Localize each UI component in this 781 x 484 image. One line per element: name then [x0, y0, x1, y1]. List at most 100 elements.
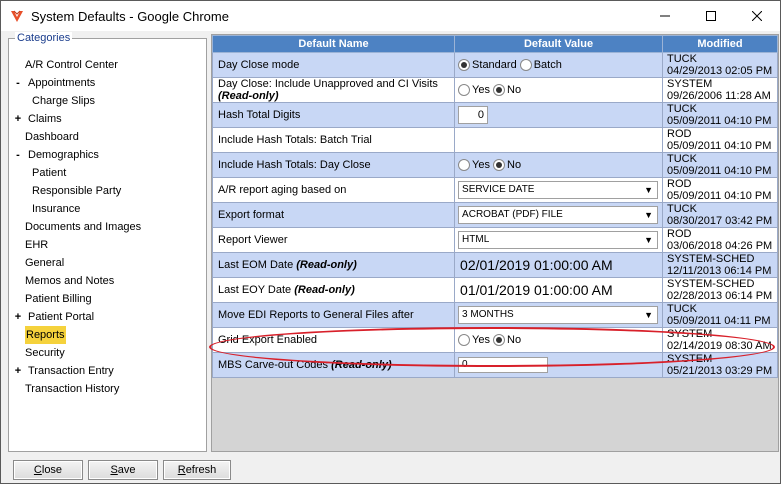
category-item[interactable]: Responsible Party — [9, 182, 206, 200]
maximize-button[interactable] — [688, 1, 734, 31]
category-item-label: Insurance — [32, 203, 81, 215]
collapse-icon[interactable]: - — [13, 74, 23, 92]
defaults-grid-panel: Default Name Default Value Modified Day … — [211, 34, 779, 452]
dropdown-select[interactable]: ACROBAT (PDF) FILE ▼ — [458, 206, 659, 224]
expand-icon[interactable]: + — [13, 110, 23, 128]
default-name-cell: Include Hash Totals: Batch Trial — [211, 127, 456, 153]
header-modified[interactable]: Modified — [662, 35, 778, 53]
radio-button[interactable] — [458, 159, 471, 172]
dropdown-value: HTML — [462, 234, 490, 245]
close-window-button[interactable] — [734, 1, 780, 31]
table-row[interactable]: Day Close mode Standard Batch TUCK 04/29/201… — [211, 52, 778, 78]
expand-icon[interactable]: + — [13, 362, 23, 380]
table-row[interactable]: Move EDI Reports to General Files after 3… — [211, 302, 778, 328]
default-value-cell: 0 — [454, 102, 664, 128]
category-item[interactable]: Documents and Images — [9, 218, 206, 236]
category-item[interactable]: + Claims — [9, 110, 206, 128]
default-name-label: Include Hash Totals: Batch Trial — [218, 134, 372, 146]
table-row[interactable]: Grid Export Enabled Yes No SYSTEM 02/14/2019… — [211, 327, 778, 353]
category-item[interactable]: - Appointments — [9, 74, 206, 92]
default-value-cell: Yes No — [454, 77, 664, 103]
default-name-cell: Last EOM Date (Read-only) — [211, 252, 456, 278]
text-input[interactable]: 0 — [458, 357, 549, 373]
table-row[interactable]: Last EOM Date (Read-only) 02/01/2019 01:0… — [211, 252, 778, 278]
header-default-name[interactable]: Default Name — [211, 35, 456, 53]
default-value-cell: 3 MONTHS ▼ — [454, 302, 664, 328]
table-row[interactable]: Day Close: Include Unapproved and CI Vis… — [211, 77, 778, 103]
close-button[interactable]: Close — [13, 460, 83, 480]
modified-date: 05/09/2011 04:11 PM — [667, 315, 771, 327]
expand-icon[interactable]: + — [13, 308, 23, 326]
table-row[interactable]: Hash Total Digits 0 TUCK 05/09/2011 04:10 P… — [211, 102, 778, 128]
modified-cell: ROD 03/06/2018 04:26 PM — [662, 227, 778, 253]
category-item[interactable]: EHR — [9, 236, 206, 254]
table-row[interactable]: Last EOY Date (Read-only) 01/01/2019 01:0… — [211, 277, 778, 303]
default-name-label: Last EOY Date — [218, 284, 292, 296]
modified-user: ROD — [667, 128, 692, 140]
modified-user: TUCK — [667, 203, 697, 215]
table-row[interactable]: MBS Carve-out Codes (Read-only) 0 SYSTEM 05… — [211, 352, 778, 378]
category-item[interactable]: Insurance — [9, 200, 206, 218]
radio-label[interactable]: Standard — [472, 59, 517, 71]
modified-date: 09/26/2006 11:28 AM — [667, 90, 771, 102]
category-item[interactable]: General — [9, 254, 206, 272]
category-item[interactable]: Reports — [9, 326, 206, 344]
minimize-button[interactable] — [642, 1, 688, 31]
category-item[interactable]: - Demographics — [9, 146, 206, 164]
radio-label[interactable]: Yes — [472, 84, 490, 96]
category-item[interactable]: Memos and Notes — [9, 272, 206, 290]
dropdown-select[interactable]: SERVICE DATE ▼ — [458, 181, 659, 199]
refresh-button[interactable]: Refresh — [163, 460, 231, 480]
radio-button[interactable] — [493, 159, 505, 172]
radio-label[interactable]: Yes — [472, 334, 490, 346]
dropdown-value: SERVICE DATE — [462, 184, 535, 195]
default-value-cell: 02/01/2019 01:00:00 AM — [454, 252, 664, 278]
date-value: 01/01/2019 01:00:00 AM — [460, 282, 613, 298]
radio-label[interactable]: No — [507, 84, 521, 96]
radio-label[interactable]: Yes — [472, 159, 490, 171]
dropdown-value: ACROBAT (PDF) FILE — [462, 209, 563, 220]
radio-button[interactable] — [493, 334, 505, 347]
modified-user: TUCK — [667, 153, 697, 165]
radio-label[interactable]: No — [507, 334, 521, 346]
table-row[interactable]: Export format ACROBAT (PDF) FILE ▼ TUCK 08/3… — [211, 202, 778, 228]
default-value-cell: SERVICE DATE ▼ — [454, 177, 664, 203]
readonly-tag: (Read-only) — [294, 284, 355, 296]
radio-label[interactable]: No — [507, 159, 521, 171]
radio-label[interactable]: Batch — [534, 59, 562, 71]
category-item[interactable]: Security — [9, 344, 206, 362]
category-item[interactable]: + Transaction Entry — [9, 362, 206, 380]
category-item[interactable]: + Patient Portal — [9, 308, 206, 326]
readonly-tag: (Read-only) — [218, 90, 279, 102]
save-button[interactable]: Save — [88, 460, 158, 480]
category-item[interactable]: A/R Control Center — [9, 56, 206, 74]
dropdown-arrow-icon: ▼ — [644, 185, 654, 195]
collapse-icon[interactable]: - — [13, 146, 23, 164]
radio-button[interactable] — [493, 84, 505, 97]
dropdown-select[interactable]: 3 MONTHS ▼ — [458, 306, 659, 324]
table-row[interactable]: A/R report aging based on SERVICE DATE ▼ RO… — [211, 177, 778, 203]
table-row[interactable]: Include Hash Totals: Batch Trial ROD 05/09… — [211, 127, 778, 153]
modified-cell: TUCK 08/30/2017 03:42 PM — [662, 202, 778, 228]
chrome-window: System Defaults - Google Chrome Categori… — [0, 0, 781, 484]
category-item[interactable]: Patient Billing — [9, 290, 206, 308]
table-row[interactable]: Include Hash Totals: Day Close Yes No TUCK 0… — [211, 152, 778, 178]
category-item[interactable]: Dashboard — [9, 128, 206, 146]
header-default-value[interactable]: Default Value — [454, 35, 664, 53]
default-name-label: Day Close mode — [218, 59, 300, 71]
category-item[interactable]: Charge Slips — [9, 92, 206, 110]
category-item[interactable]: Transaction History — [9, 380, 206, 398]
default-value-cell — [454, 127, 664, 153]
category-item-label: Transaction History — [25, 383, 120, 395]
category-item[interactable]: Patient — [9, 164, 206, 182]
table-row[interactable]: Report Viewer HTML ▼ ROD 03/06/2018 04:26 PM — [211, 227, 778, 253]
radio-button[interactable] — [458, 84, 471, 97]
readonly-tag: (Read-only) — [331, 359, 392, 371]
dropdown-select[interactable]: HTML ▼ — [458, 231, 659, 249]
radio-button[interactable] — [519, 59, 532, 72]
number-input[interactable]: 0 — [458, 106, 489, 124]
modified-user: SYSTEM — [667, 78, 713, 90]
close-icon — [752, 11, 762, 21]
radio-button[interactable] — [458, 59, 471, 72]
radio-button[interactable] — [458, 334, 471, 347]
